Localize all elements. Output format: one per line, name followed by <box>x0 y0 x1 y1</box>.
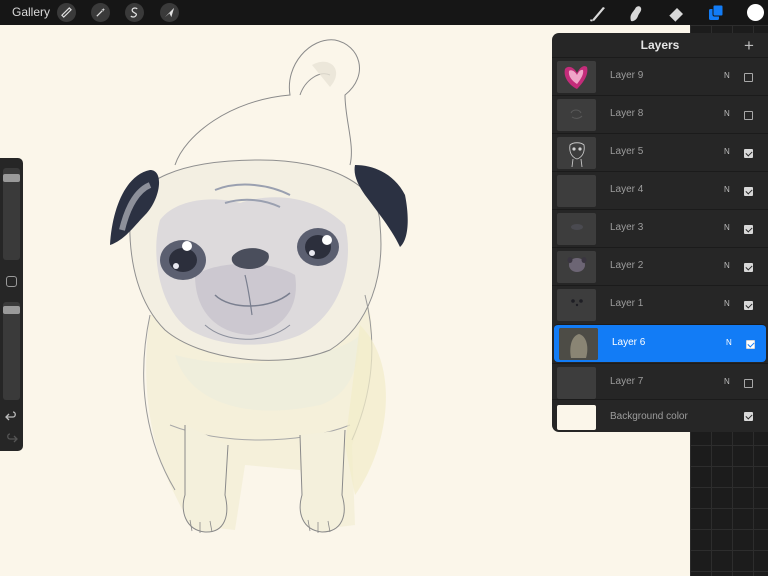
layer-name: Layer 9 <box>610 70 644 81</box>
layer-thumbnail <box>559 328 598 360</box>
layer-row[interactable]: Layer 9 N <box>552 57 768 95</box>
layer-thumbnail <box>557 251 596 283</box>
layer-row[interactable]: Layer 2 N <box>552 247 768 285</box>
layer-name: Layer 8 <box>610 108 644 119</box>
opacity-slider[interactable] <box>3 302 20 400</box>
layer-thumbnail <box>557 289 596 321</box>
brush-size-thumb[interactable] <box>3 174 20 182</box>
blend-mode-button[interactable]: N <box>726 338 732 347</box>
layers-panel: Layers + Layer 9 N Layer 8 N Layer 5 N L… <box>552 33 768 432</box>
arrow-cursor-icon[interactable] <box>160 3 179 22</box>
layer-visibility-checkbox[interactable] <box>744 73 753 82</box>
layer-name: Layer 2 <box>610 260 644 271</box>
smudge-icon[interactable] <box>626 3 646 23</box>
background-color-swatch[interactable] <box>557 405 596 430</box>
layer-row[interactable]: Layer 3 N <box>552 209 768 247</box>
left-sidebar <box>0 158 23 451</box>
redo-icon[interactable] <box>5 432 18 445</box>
layer-visibility-checkbox[interactable] <box>744 187 753 196</box>
eraser-icon[interactable] <box>666 3 686 23</box>
blend-mode-button[interactable]: N <box>724 147 730 156</box>
layer-thumbnail <box>557 213 596 245</box>
layer-row-selected[interactable]: Layer 6 N <box>554 324 766 362</box>
layer-name: Background color <box>610 411 688 422</box>
layer-thumbnail <box>557 367 596 399</box>
color-picker-button[interactable] <box>747 4 764 21</box>
layer-name: Layer 4 <box>610 184 644 195</box>
layer-visibility-checkbox[interactable] <box>746 340 755 349</box>
opacity-thumb[interactable] <box>3 306 20 314</box>
add-layer-button[interactable]: + <box>744 37 754 54</box>
background-color-row[interactable]: Background color <box>552 399 768 432</box>
modify-square-icon[interactable] <box>6 276 17 287</box>
layer-row[interactable]: Layer 8 N <box>552 95 768 133</box>
top-toolbar: Gallery <box>0 0 768 25</box>
layer-visibility-checkbox[interactable] <box>744 111 753 120</box>
brush-size-slider[interactable] <box>3 168 20 260</box>
layer-row[interactable]: Layer 4 N <box>552 171 768 209</box>
blend-mode-button[interactable]: N <box>724 377 730 386</box>
layer-thumbnail <box>557 137 596 169</box>
layer-row[interactable]: Layer 5 N <box>552 133 768 171</box>
blend-mode-button[interactable]: N <box>724 109 730 118</box>
blend-mode-button[interactable]: N <box>724 71 730 80</box>
blend-mode-button[interactable]: N <box>724 299 730 308</box>
layer-visibility-checkbox[interactable] <box>744 301 753 310</box>
background-visibility-checkbox[interactable] <box>744 412 753 421</box>
layer-name: Layer 7 <box>610 376 644 387</box>
selection-s-icon[interactable] <box>125 3 144 22</box>
wrench-icon[interactable] <box>57 3 76 22</box>
layer-thumbnail <box>557 99 596 131</box>
layer-name: Layer 1 <box>610 298 644 309</box>
layer-visibility-checkbox[interactable] <box>744 225 753 234</box>
layer-name: Layer 6 <box>612 337 646 348</box>
layer-thumbnail <box>557 61 596 93</box>
undo-icon[interactable] <box>5 410 18 423</box>
layer-row[interactable]: Layer 7 N <box>552 363 768 401</box>
brush-icon[interactable] <box>588 3 608 23</box>
layer-name: Layer 3 <box>610 222 644 233</box>
layer-name: Layer 5 <box>610 146 644 157</box>
gallery-button[interactable]: Gallery <box>12 5 50 19</box>
layer-visibility-checkbox[interactable] <box>744 149 753 158</box>
layer-visibility-checkbox[interactable] <box>744 263 753 272</box>
layers-panel-title: Layers <box>640 38 680 52</box>
magic-wand-icon[interactable] <box>91 3 110 22</box>
layer-visibility-checkbox[interactable] <box>744 379 753 388</box>
layer-row[interactable]: Layer 1 N <box>552 285 768 323</box>
layer-thumbnail <box>557 175 596 207</box>
blend-mode-button[interactable]: N <box>724 185 730 194</box>
blend-mode-button[interactable]: N <box>724 261 730 270</box>
layers-icon[interactable] <box>706 3 726 23</box>
blend-mode-button[interactable]: N <box>724 223 730 232</box>
